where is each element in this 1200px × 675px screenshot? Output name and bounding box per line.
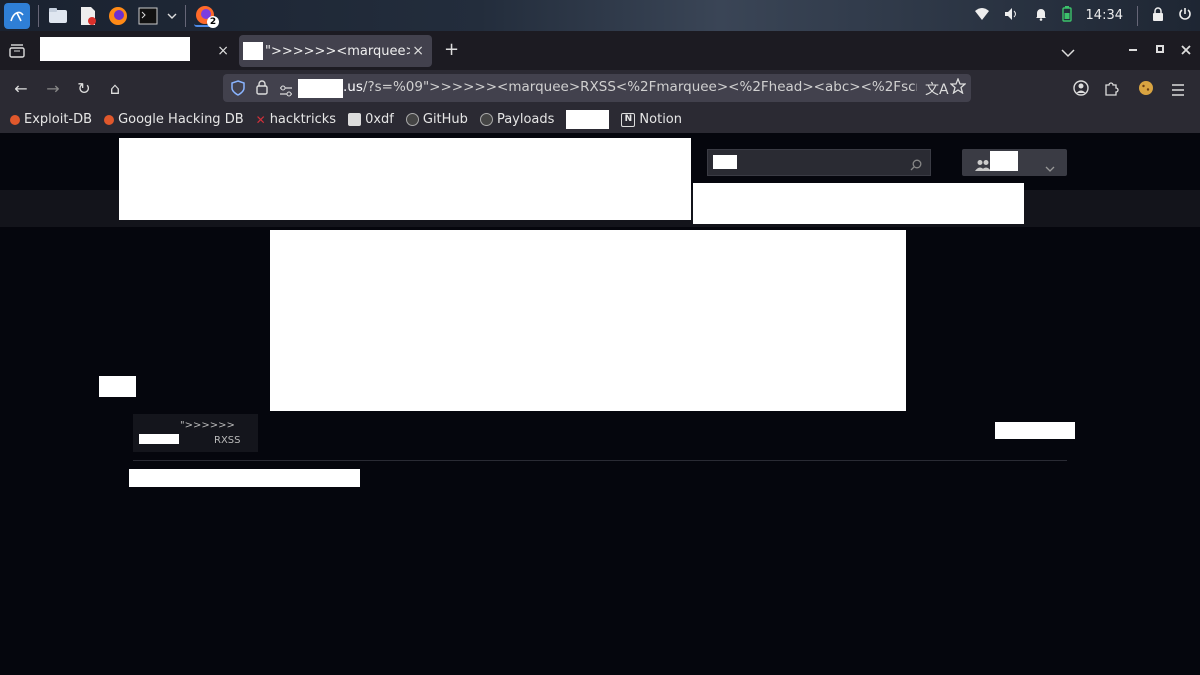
bookmark-label: Google Hacking DB <box>118 112 244 127</box>
navigation-toolbar: ← → ↻ ⌂ .us/?s=%09">>>>>><marquee>RXSS<%… <box>0 70 1200 106</box>
redacted-user-label <box>990 151 1018 171</box>
bookmark-notion[interactable]: N Notion <box>621 112 682 127</box>
bookmark-github[interactable]: GitHub <box>405 112 468 127</box>
bookmark-redacted[interactable] <box>566 110 610 129</box>
notification-bell-icon[interactable] <box>1034 7 1048 25</box>
tab-overview-icon[interactable] <box>9 43 25 62</box>
maximize-window-icon[interactable] <box>1156 45 1164 53</box>
bookmark-label: hacktricks <box>269 112 337 127</box>
account-icon[interactable] <box>1073 80 1089 100</box>
divider <box>133 460 1067 461</box>
os-taskbar: 2 14:34 <box>0 0 1200 31</box>
extension-cookie-icon[interactable] <box>1138 80 1154 100</box>
tab-close-button[interactable]: × <box>412 43 424 59</box>
chevron-down-icon <box>1045 158 1055 177</box>
bookmark-hacktricks[interactable]: ✕ hacktricks <box>256 112 336 127</box>
redacted-tab-title <box>40 37 190 61</box>
0xdf-icon <box>348 113 362 126</box>
terminal-icon[interactable] <box>137 5 159 27</box>
tracking-protection-shield-icon[interactable] <box>231 80 245 100</box>
redacted-footer-text <box>129 469 360 487</box>
tab-title: ">>>>>><marquee>RXSS <box>265 43 410 59</box>
redacted-main-banner <box>270 230 906 411</box>
url-domain-suffix: .us <box>343 79 363 95</box>
github-icon <box>479 113 493 126</box>
marquee-rxss-text: RXSS <box>214 435 241 446</box>
tab-close-button[interactable]: × <box>217 43 229 59</box>
power-icon[interactable] <box>1178 7 1192 25</box>
user-dropdown[interactable] <box>962 149 1067 176</box>
redacted-result-text <box>139 434 179 444</box>
new-tab-button[interactable]: + <box>444 39 459 60</box>
text-editor-icon[interactable] <box>77 5 99 27</box>
bookmark-star-icon[interactable] <box>949 77 967 98</box>
bookmark-label: Notion <box>639 112 683 127</box>
permissions-icon[interactable] <box>279 82 293 101</box>
app-menu-icon[interactable] <box>1171 81 1185 100</box>
window-count-badge: 2 <box>207 15 219 28</box>
kali-menu-icon[interactable] <box>4 2 30 29</box>
minimize-window-icon[interactable] <box>1129 49 1137 51</box>
reload-button[interactable]: ↻ <box>72 76 96 100</box>
translate-icon[interactable]: 文A <box>925 79 949 99</box>
firefox-icon[interactable] <box>107 5 129 27</box>
close-window-icon[interactable] <box>1180 41 1192 60</box>
hacktricks-icon: ✕ <box>255 112 266 127</box>
redacted-search-text <box>713 155 737 169</box>
clock[interactable]: 14:34 <box>1086 8 1123 23</box>
bookmark-payloads[interactable]: Payloads <box>479 112 555 127</box>
redacted-left-label <box>99 376 136 397</box>
list-all-tabs-icon[interactable] <box>1061 43 1075 62</box>
web-page-content: ">>>>>> RXSS <box>0 133 1200 675</box>
url-bar[interactable]: .us/?s=%09">>>>>><marquee>RXSS<%2Fmarque… <box>223 74 971 102</box>
redacted-right-label <box>995 422 1075 439</box>
bookmark-exploit-db[interactable]: Exploit-DB <box>10 112 92 127</box>
bookmark-0xdf[interactable]: 0xdf <box>348 112 394 127</box>
firefox-running-icon[interactable]: 2 <box>194 5 219 28</box>
redacted-favicon <box>243 42 263 60</box>
site-search-input[interactable] <box>707 149 931 176</box>
redacted-bookmark <box>566 110 610 129</box>
bookmark-google-hacking-db[interactable]: Google Hacking DB <box>104 112 244 127</box>
exploit-db-icon <box>10 114 20 125</box>
wifi-icon[interactable] <box>974 7 990 25</box>
redacted-domain <box>298 79 343 98</box>
bookmark-label: Payloads <box>496 112 555 127</box>
file-manager-icon[interactable] <box>47 5 69 27</box>
bookmarks-toolbar: Exploit-DB Google Hacking DB ✕ hacktrick… <box>0 106 1200 133</box>
bookmark-label: GitHub <box>422 112 468 127</box>
site-lock-icon[interactable] <box>256 80 268 99</box>
tab-redacted[interactable]: × <box>37 35 237 67</box>
volume-icon[interactable] <box>1004 7 1020 25</box>
search-result-card[interactable]: ">>>>>> RXSS <box>133 414 258 452</box>
bookmark-label: 0xdf <box>365 112 394 127</box>
extensions-icon[interactable] <box>1104 80 1120 100</box>
lock-screen-icon[interactable] <box>1152 6 1164 25</box>
notion-icon: N <box>621 112 636 127</box>
url-text[interactable]: .us/?s=%09">>>>>><marquee>RXSS<%2Fmarque… <box>343 79 917 95</box>
home-button[interactable]: ⌂ <box>103 76 127 100</box>
redacted-header-banner <box>693 183 1024 224</box>
back-button[interactable]: ← <box>9 76 33 100</box>
browser-tab-bar: × ">>>>>><marquee>RXSS × + <box>0 31 1200 70</box>
github-icon <box>405 113 419 126</box>
redacted-site-logo <box>119 138 691 220</box>
taskbar-separator <box>185 4 186 27</box>
battery-icon[interactable] <box>1061 5 1072 26</box>
injected-text: ">>>>>> <box>180 420 235 431</box>
google-hacking-db-icon <box>104 114 115 125</box>
forward-button[interactable]: → <box>41 76 65 100</box>
taskbar-separator <box>1137 5 1138 26</box>
search-icon[interactable] <box>910 156 922 175</box>
url-path: /?s=%09">>>>>><marquee>RXSS<%2Fmarquee><… <box>362 79 917 95</box>
bookmark-label: Exploit-DB <box>24 112 93 127</box>
tab-active-xss[interactable]: ">>>>>><marquee>RXSS × <box>239 35 432 67</box>
users-icon <box>975 156 991 175</box>
chevron-down-icon[interactable] <box>167 5 177 27</box>
taskbar-separator <box>38 4 39 27</box>
